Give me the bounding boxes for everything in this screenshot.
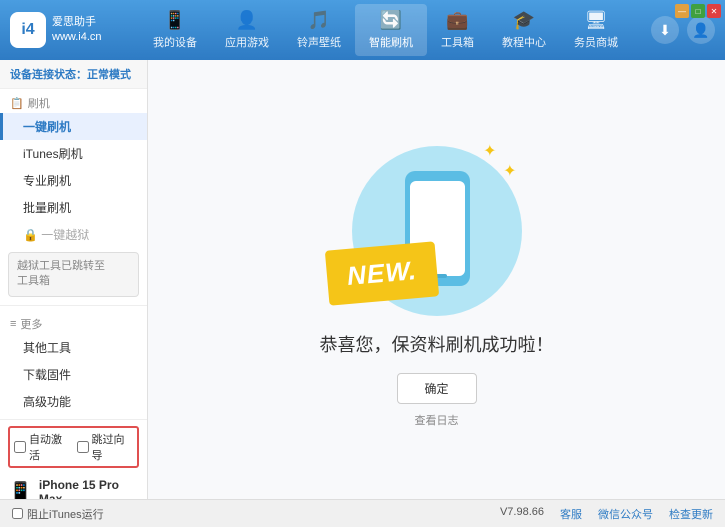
auto-activate-checkbox[interactable]: 自动激活 xyxy=(14,431,71,463)
device-name: iPhone 15 Pro Max xyxy=(39,478,139,499)
confirm-button[interactable]: 确定 xyxy=(397,373,477,404)
my-device-icon: 📱 xyxy=(164,10,186,31)
sidebar-item-one-key-flash[interactable]: 一键刷机 xyxy=(0,113,147,140)
tab-apps-games[interactable]: 👤 应用游戏 xyxy=(211,4,283,56)
app-logo: i4 爱思助手 www.i4.cn xyxy=(10,12,120,48)
tab-ringtone[interactable]: 🎵 铃声壁纸 xyxy=(283,4,355,56)
ringtone-icon: 🎵 xyxy=(308,10,330,31)
more-section-header: ≡ 更多 xyxy=(0,310,147,334)
logo-text: 爱思助手 www.i4.cn xyxy=(52,15,102,46)
tutorial-icon: 🎓 xyxy=(513,10,535,31)
service-icon: 🖥 xyxy=(585,10,608,31)
auto-guide-label: 跳过向导 xyxy=(92,431,134,463)
device-info-item: 📱 iPhone 15 Pro Max 512GB iPhone xyxy=(8,474,139,499)
tab-service-label: 务员商城 xyxy=(574,34,618,50)
tab-my-device-label: 我的设备 xyxy=(153,34,197,50)
user-button[interactable]: 👤 xyxy=(687,16,715,44)
itunes-stop-label: 阻止iTunes运行 xyxy=(27,506,104,522)
more-section: ≡ 更多 其他工具 下载固件 高级功能 xyxy=(0,305,147,419)
flash-section-header: 📋 刷机 xyxy=(0,89,147,113)
auto-activate-label: 自动激活 xyxy=(29,431,71,463)
flash-section-icon: 📋 xyxy=(10,97,24,110)
auto-guide-input[interactable] xyxy=(77,441,89,453)
main-layout: 设备连接状态：正常模式 📋 刷机 一键刷机 iTunes刷机 专业刷机 批量刷机… xyxy=(0,60,725,499)
sidebar: 设备连接状态：正常模式 📋 刷机 一键刷机 iTunes刷机 专业刷机 批量刷机… xyxy=(0,60,148,499)
tab-my-device[interactable]: 📱 我的设备 xyxy=(139,4,211,56)
apps-games-icon: 👤 xyxy=(236,10,258,31)
sidebar-item-advanced[interactable]: 高级功能 xyxy=(0,388,147,415)
lock-icon: 🔒 xyxy=(23,228,38,242)
star2-icon: ✦ xyxy=(483,141,496,161)
itunes-stop-checkbox[interactable] xyxy=(12,508,23,519)
status-value: 正常模式 xyxy=(87,69,131,81)
more-section-label: 更多 xyxy=(20,316,42,332)
tab-service[interactable]: 🖥 务员商城 xyxy=(560,4,632,56)
statusbar-right: V7.98.66 客服 微信公众号 检查更新 xyxy=(500,506,713,522)
close-button[interactable]: ✕ xyxy=(707,4,721,18)
status-bar: 阻止iTunes运行 V7.98.66 客服 微信公众号 检查更新 xyxy=(0,499,725,527)
jailbreak-redirect-notice: 越狱工具已跳转至 工具箱 xyxy=(8,252,139,297)
nav-tabs: 📱 我的设备 👤 应用游戏 🎵 铃声壁纸 🔄 智能刷机 💼 工具箱 🎓 教程中心… xyxy=(120,4,651,56)
tab-smart-flash-label: 智能刷机 xyxy=(369,34,413,50)
device-details: iPhone 15 Pro Max 512GB iPhone xyxy=(39,478,139,499)
itunes-stop-option[interactable]: 阻止iTunes运行 xyxy=(12,506,104,522)
status-label: 设备连接状态： xyxy=(10,69,87,81)
tab-ringtone-label: 铃声壁纸 xyxy=(297,34,341,50)
tab-tutorial-label: 教程中心 xyxy=(502,34,546,50)
minimize-button[interactable]: — xyxy=(675,4,689,18)
tab-apps-games-label: 应用游戏 xyxy=(225,34,269,50)
sidebar-item-itunes-flash[interactable]: iTunes刷机 xyxy=(0,140,147,167)
smart-flash-icon: 🔄 xyxy=(380,10,402,31)
tab-toolbox-label: 工具箱 xyxy=(441,34,474,50)
check-update-link[interactable]: 检查更新 xyxy=(669,506,713,522)
sidebar-item-jailbreak: 🔒 一键越狱 xyxy=(0,221,147,248)
auto-guide-checkbox[interactable]: 跳过向导 xyxy=(77,431,134,463)
download-button[interactable]: ⬇ xyxy=(651,16,679,44)
sidebar-bottom: 自动激活 跳过向导 📱 iPhone 15 Pro Max 512GB iPho… xyxy=(0,419,147,499)
new-badge-text: NEW. xyxy=(345,255,417,292)
connection-status: 设备连接状态：正常模式 xyxy=(0,60,147,89)
feedback-link[interactable]: 客服 xyxy=(560,506,582,522)
maximize-button[interactable]: □ xyxy=(691,4,705,18)
view-log-link[interactable]: 查看日志 xyxy=(415,412,459,428)
tab-toolbox[interactable]: 💼 工具箱 xyxy=(427,4,488,56)
header-right: ⬇ 👤 xyxy=(651,16,715,44)
success-graphic: NEW. ✦ ✦ xyxy=(337,131,537,331)
version-text: V7.98.66 xyxy=(500,506,544,522)
tab-tutorial[interactable]: 🎓 教程中心 xyxy=(488,4,560,56)
star1-icon: ✦ xyxy=(503,161,516,181)
more-icon: ≡ xyxy=(10,318,16,330)
flash-section-label: 刷机 xyxy=(28,95,50,111)
main-content: NEW. ✦ ✦ 恭喜您，保资料刷机成功啦！ 确定 查看日志 xyxy=(148,60,725,499)
sidebar-item-other-tools[interactable]: 其他工具 xyxy=(0,334,147,361)
sidebar-item-download-firmware[interactable]: 下载固件 xyxy=(0,361,147,388)
success-message: 恭喜您，保资料刷机成功啦！ xyxy=(320,331,554,357)
wechat-link[interactable]: 微信公众号 xyxy=(598,506,653,522)
tab-smart-flash[interactable]: 🔄 智能刷机 xyxy=(355,4,427,56)
auto-options-group: 自动激活 跳过向导 xyxy=(8,426,139,468)
auto-activate-input[interactable] xyxy=(14,441,26,453)
logo-icon: i4 xyxy=(10,12,46,48)
sidebar-item-batch-flash[interactable]: 批量刷机 xyxy=(0,194,147,221)
new-banner: NEW. xyxy=(324,241,438,305)
toolbox-icon: 💼 xyxy=(446,10,468,31)
sidebar-item-pro-flash[interactable]: 专业刷机 xyxy=(0,167,147,194)
device-phone-icon: 📱 xyxy=(8,480,33,499)
app-header: i4 爱思助手 www.i4.cn 📱 我的设备 👤 应用游戏 🎵 铃声壁纸 🔄… xyxy=(0,0,725,60)
